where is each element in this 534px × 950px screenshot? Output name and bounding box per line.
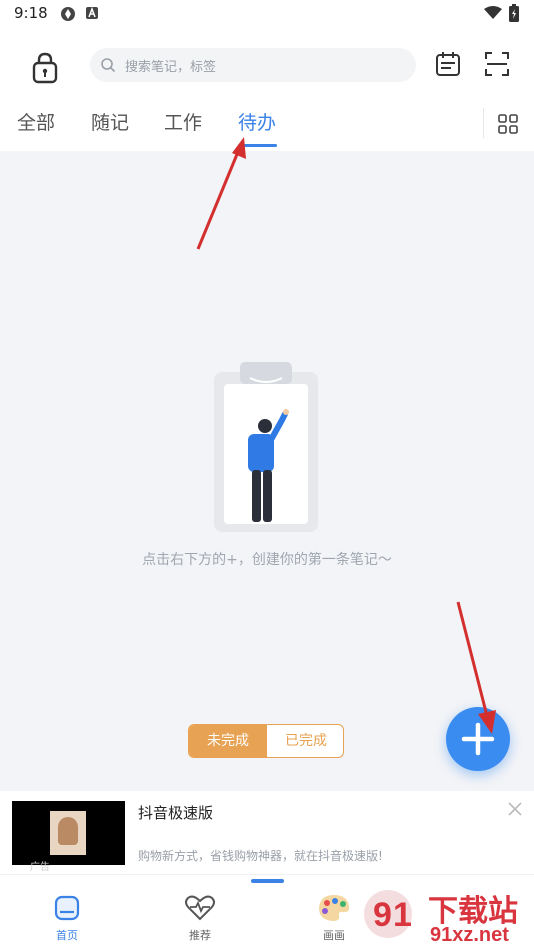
close-icon[interactable] xyxy=(506,800,524,818)
nav-label-home: 首页 xyxy=(56,929,78,942)
nav-item-home[interactable]: 首页 xyxy=(32,891,102,949)
nav-label-draw: 画画 xyxy=(323,929,345,942)
nav-scroll-indicator xyxy=(251,879,284,883)
empty-state-message: 点击右下方的+，创建你的第一条笔记～ xyxy=(142,552,392,568)
ad-thumbnail: 广告 xyxy=(12,801,125,873)
heart-pulse-icon xyxy=(185,895,215,921)
status-bar: 9:18 xyxy=(0,0,534,28)
tab-todo[interactable]: 待办 xyxy=(238,108,276,135)
ad-banner[interactable]: 广告 抖音极速版 购物新方式，省钱购物神器，就在抖音极速版! xyxy=(0,792,534,874)
battery-icon xyxy=(509,4,519,22)
calendar-icon[interactable] xyxy=(435,51,461,77)
tab-divider xyxy=(483,108,484,138)
search-input[interactable]: 搜索笔记，标签 xyxy=(90,48,416,82)
lock-icon[interactable] xyxy=(28,50,62,84)
filter-complete-button[interactable]: 已完成 xyxy=(267,725,343,757)
annotation-arrow-to-add-button xyxy=(456,601,496,734)
scan-icon[interactable] xyxy=(484,51,510,77)
nav-item-draw[interactable]: 画画 xyxy=(299,891,369,949)
top-bar: 搜索笔记，标签 xyxy=(0,40,534,92)
tab-notes[interactable]: 随记 xyxy=(91,108,129,135)
svg-text:9: 9 xyxy=(373,896,392,934)
ad-title: 抖音极速版 xyxy=(138,804,214,822)
nav-item-recommend[interactable]: 推荐 xyxy=(165,891,235,949)
tab-all[interactable]: 全部 xyxy=(17,108,55,135)
palette-icon xyxy=(319,895,350,921)
annotation-arrow-to-todo-tab xyxy=(196,137,246,250)
status-time: 9:18 xyxy=(14,4,48,22)
empty-clipboard-illustration xyxy=(214,362,318,532)
search-icon xyxy=(101,58,116,73)
a-notification-icon xyxy=(86,6,98,19)
ad-description: 购物新方式，省钱购物神器，就在抖音极速版! xyxy=(138,849,383,863)
wifi-icon xyxy=(484,6,502,19)
search-placeholder: 搜索笔记，标签 xyxy=(125,60,217,75)
nav-label-recommend: 推荐 xyxy=(189,929,211,942)
tab-work[interactable]: 工作 xyxy=(164,108,202,135)
watermark: 9 1 下载站 91xz.net xyxy=(360,880,534,950)
app-notification-icon xyxy=(61,7,75,21)
home-icon xyxy=(54,895,80,921)
watermark-domain: 91xz.net xyxy=(430,924,509,946)
svg-text:1: 1 xyxy=(393,896,412,934)
ad-label: 广告 xyxy=(30,862,50,873)
grid-view-icon[interactable] xyxy=(498,114,518,134)
filter-incomplete-button[interactable]: 未完成 xyxy=(189,725,267,757)
completion-filter: 未完成 已完成 xyxy=(188,724,344,758)
category-tabs: 全部 随记 工作 待办 xyxy=(0,100,534,150)
